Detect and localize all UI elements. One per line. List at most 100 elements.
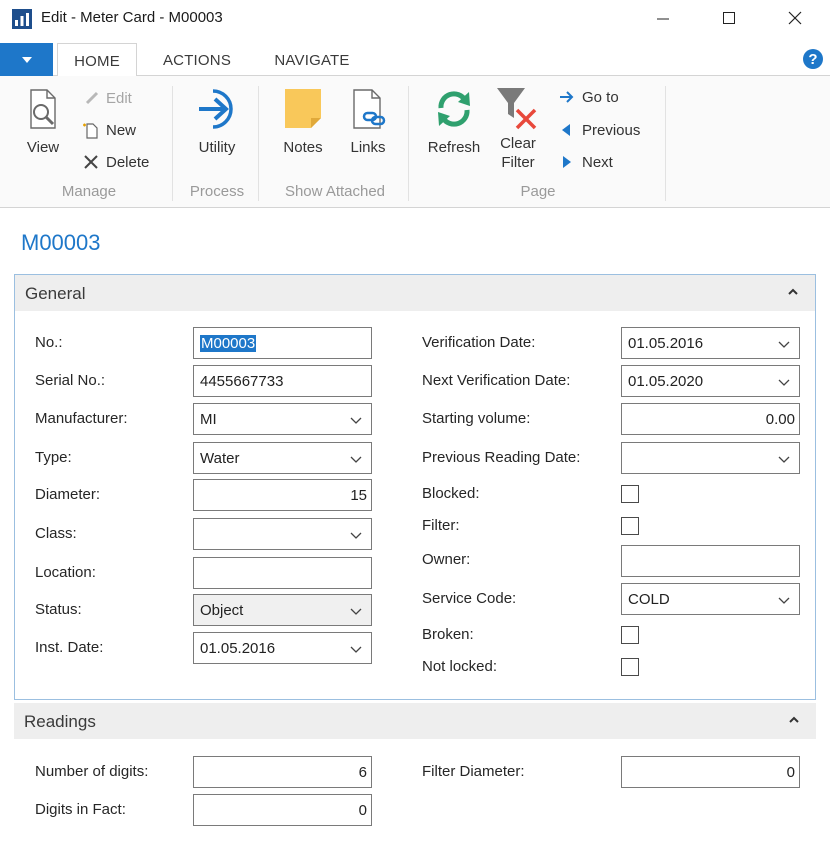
blocked-label: Blocked: — [422, 485, 480, 502]
status-select[interactable]: Object — [193, 594, 372, 626]
manufacturer-value: MI — [200, 410, 217, 428]
starting-volume-field[interactable]: 0.00 — [621, 403, 800, 435]
service-code-select[interactable]: COLD — [621, 583, 800, 615]
chevron-down-icon — [778, 341, 790, 348]
close-button[interactable] — [772, 0, 818, 36]
previous-label: Previous — [582, 121, 641, 139]
status-value: Object — [200, 601, 244, 619]
previous-reading-date-field[interactable] — [621, 442, 800, 474]
filter-checkbox[interactable] — [621, 517, 639, 535]
no-value: M00003 — [200, 334, 257, 352]
manufacturer-label: Manufacturer: — [35, 410, 128, 427]
filter-diameter-field[interactable]: 0 — [621, 756, 800, 788]
no-field[interactable]: M00003 — [193, 327, 372, 359]
next-verification-date-field[interactable]: 01.05.2020 — [621, 365, 800, 397]
digits-in-fact-label: Digits in Fact: — [35, 801, 126, 818]
previous-button[interactable]: Previous — [558, 119, 640, 141]
chevron-up-icon — [789, 716, 799, 723]
title-bar: Edit - Meter Card - M00003 — [0, 0, 830, 38]
digits-in-fact-value: 0 — [358, 801, 367, 819]
starting-volume-label: Starting volume: — [422, 410, 531, 427]
inst-date-field[interactable]: 01.05.2016 — [193, 632, 372, 664]
ribbon-separator — [258, 86, 259, 201]
serial-no-value: 4455667733 — [200, 372, 284, 390]
chevron-down-icon — [350, 456, 362, 463]
general-section-title: General — [25, 284, 86, 303]
class-select[interactable] — [193, 518, 372, 550]
type-label: Type: — [35, 449, 72, 466]
diameter-value: 15 — [350, 486, 367, 504]
general-section-header[interactable]: General — [15, 275, 815, 311]
maximize-icon — [723, 12, 735, 24]
previous-icon — [562, 124, 570, 136]
help-icon[interactable]: ? — [803, 49, 823, 69]
next-button[interactable]: Next — [558, 151, 613, 173]
serial-no-label: Serial No.: — [35, 372, 106, 389]
tab-home[interactable]: HOME — [57, 43, 137, 77]
inst-date-value: 01.05.2016 — [200, 639, 276, 657]
chevron-down-icon — [350, 417, 362, 424]
minimize-button[interactable] — [640, 0, 686, 36]
blocked-checkbox[interactable] — [621, 485, 639, 503]
chevron-down-icon — [350, 608, 362, 615]
broken-checkbox[interactable] — [621, 626, 639, 644]
notes-label: Notes — [283, 139, 323, 156]
notes-icon — [285, 89, 321, 128]
new-button[interactable]: New — [82, 119, 136, 141]
delete-icon — [84, 155, 98, 169]
digits-in-fact-field[interactable]: 0 — [193, 794, 372, 826]
not-locked-checkbox[interactable] — [621, 658, 639, 676]
diameter-field[interactable]: 15 — [193, 479, 372, 511]
filter-diameter-label: Filter Diameter: — [422, 763, 525, 780]
number-of-digits-label: Number of digits: — [35, 763, 149, 780]
refresh-button[interactable]: Refresh — [422, 88, 486, 157]
type-select[interactable]: Water — [193, 442, 372, 474]
view-label: View — [26, 139, 60, 156]
group-page-label: Page — [520, 183, 556, 200]
goto-button[interactable]: Go to — [558, 86, 619, 108]
manufacturer-select[interactable]: MI — [193, 403, 372, 435]
number-of-digits-field[interactable]: 6 — [193, 756, 372, 788]
next-verification-date-value: 01.05.2020 — [628, 372, 704, 390]
refresh-icon — [438, 91, 470, 127]
filter-label: Filter: — [422, 517, 460, 534]
diameter-label: Diameter: — [35, 486, 101, 503]
no-label: No.: — [35, 334, 63, 351]
serial-no-field[interactable]: 4455667733 — [193, 365, 372, 397]
group-show-attached-label: Show Attached — [284, 183, 386, 200]
service-code-value: COLD — [628, 590, 670, 608]
links-button[interactable]: Links — [343, 88, 393, 157]
view-button[interactable]: View — [20, 88, 66, 157]
tab-navigate[interactable]: NAVIGATE — [262, 43, 362, 76]
clear-filter-label-2: Filter — [501, 154, 535, 171]
ribbon-separator — [408, 86, 409, 201]
delete-button[interactable]: Delete — [82, 151, 149, 173]
starting-volume-value: 0.00 — [765, 410, 795, 428]
clear-filter-label-1: Clear — [500, 135, 536, 152]
broken-label: Broken: — [422, 626, 474, 643]
filter-diameter-value: 0 — [786, 763, 795, 781]
clear-filter-icon — [497, 88, 537, 130]
location-field[interactable] — [193, 557, 372, 589]
notes-button[interactable]: Notes — [276, 88, 330, 157]
edit-button[interactable]: Edit — [84, 87, 132, 109]
verification-date-field[interactable]: 01.05.2016 — [621, 327, 800, 359]
minimize-icon — [657, 18, 669, 20]
clear-filter-button[interactable]: Clear Filter — [494, 86, 542, 172]
caret-down-icon — [21, 56, 32, 63]
new-label: New — [106, 121, 137, 139]
maximize-button[interactable] — [706, 0, 752, 36]
owner-field[interactable] — [621, 545, 800, 577]
number-of-digits-value: 6 — [358, 763, 367, 781]
group-manage-label: Manage — [61, 183, 117, 200]
tab-actions[interactable]: ACTIONS — [152, 43, 242, 76]
links-icon — [353, 89, 386, 129]
app-menu-button[interactable] — [0, 43, 53, 76]
type-value: Water — [200, 449, 240, 467]
delete-label: Delete — [106, 153, 150, 171]
readings-section-title: Readings — [24, 712, 96, 731]
readings-section-header[interactable]: Readings — [14, 703, 816, 739]
chevron-down-icon — [778, 597, 790, 604]
arrow-right-icon — [560, 91, 574, 103]
utility-button[interactable]: Utility — [187, 88, 247, 157]
